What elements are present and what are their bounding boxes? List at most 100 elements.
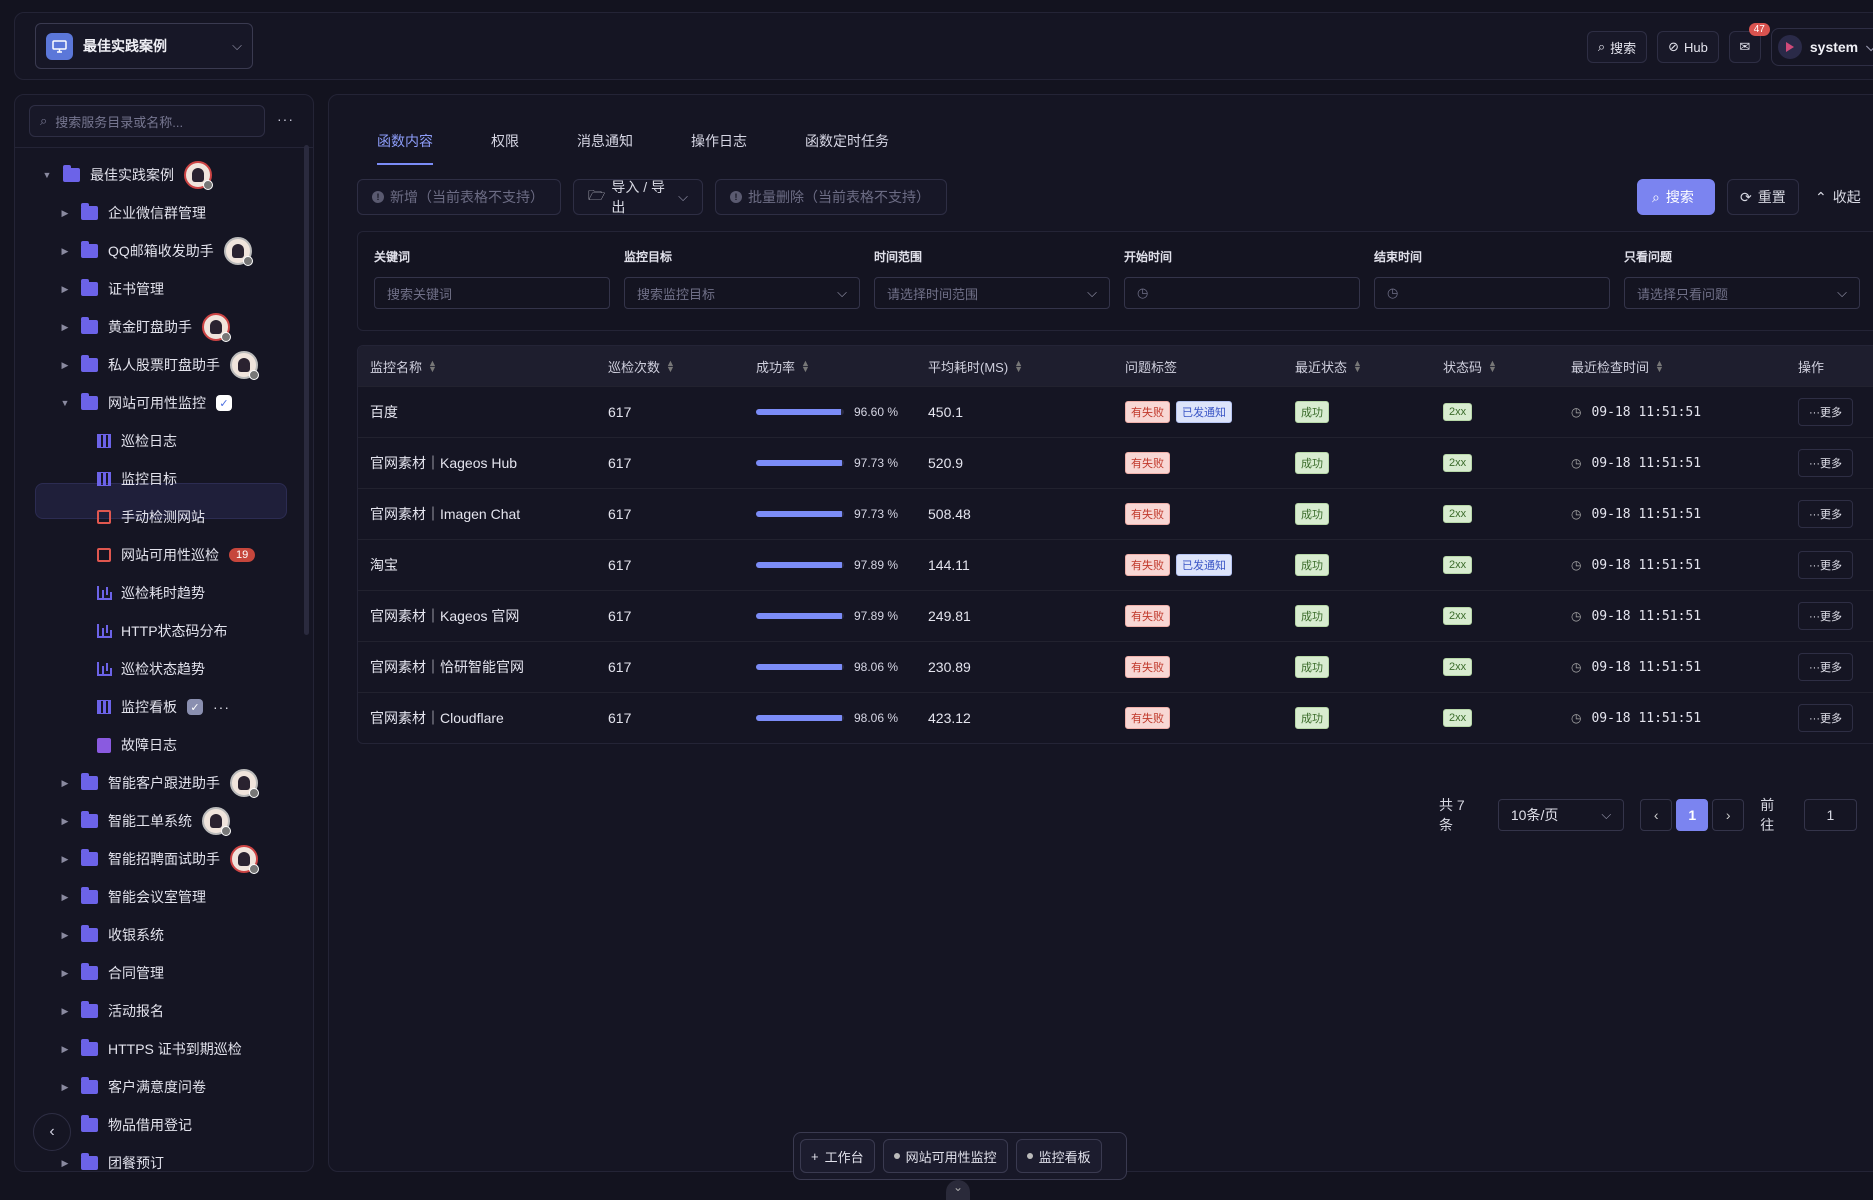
goto-page-input[interactable]: 1 — [1803, 799, 1857, 831]
check-time: 09-18 11:51:51 — [1591, 710, 1702, 726]
table-row[interactable]: 官网素材｜恰研智能官网 617 98.06 % 230.89 有失败 成功 2x… — [358, 641, 1873, 692]
table-row[interactable]: 官网素材｜Imagen Chat 617 97.73 % 508.48 有失败 … — [358, 488, 1873, 539]
tree-item[interactable]: ▶ 智能工单系统 — [59, 803, 231, 839]
col-avg[interactable]: 平均耗时(MS) ▲ ▼ — [928, 357, 1023, 376]
tree-item[interactable]: ▶ 企业微信群管理 — [59, 195, 206, 231]
more-button[interactable]: ···更多 — [1798, 602, 1853, 630]
mail-button[interactable]: ✉ 47 — [1728, 23, 1770, 63]
col-time[interactable]: 最近检查时间 ▲ ▼ — [1571, 357, 1664, 376]
more-button[interactable]: ···更多 — [1798, 704, 1853, 732]
folder-icon — [81, 887, 98, 904]
cell-status: 成功 — [1295, 503, 1329, 525]
sidebar-search-input[interactable]: ⌕ 搜索服务目录或名称... — [29, 105, 265, 137]
reset-button[interactable]: ⟳ 重置 — [1727, 179, 1799, 215]
tree-leaf[interactable]: 故障日志 — [97, 727, 177, 763]
tree-item[interactable]: ▶ 合同管理 — [59, 955, 164, 991]
issues-only-select[interactable]: 请选择只看问题 ⌵ — [1624, 277, 1860, 309]
tree-leaf[interactable]: HTTP状态码分布 — [97, 613, 228, 649]
tree-item[interactable]: ▶物品借用登记 — [59, 1107, 192, 1143]
col-count[interactable]: 巡检次数 ▲ ▼ — [608, 357, 675, 376]
sidebar-scrollbar[interactable] — [304, 145, 309, 635]
tree-item-active[interactable]: ▼ 网站可用性监控 ✓ — [59, 385, 232, 421]
collapse-sidebar-button[interactable]: ‹ — [33, 1113, 71, 1151]
cell-avg: 230.89 — [928, 659, 971, 675]
tree-item[interactable]: ▶ 证书管理 — [59, 271, 164, 307]
tree-label: 监控看板 — [121, 699, 177, 715]
dock-tab-site-monitor[interactable]: 网站可用性监控 — [882, 1139, 1008, 1173]
col-name[interactable]: 监控名称 ▲ ▼ — [370, 357, 437, 376]
tree-leaf[interactable]: 巡检状态趋势 — [97, 651, 205, 687]
tree-item[interactable]: ▶ QQ邮箱收发助手 — [59, 233, 253, 269]
tree-leaf[interactable]: 巡检耗时趋势 — [97, 575, 205, 611]
batch-delete-label: 批量删除（当前表格不支持） — [748, 189, 930, 205]
page-size-select[interactable]: 10条/页 ⌵ — [1497, 799, 1625, 831]
tree-leaf[interactable]: 监控目标 — [97, 461, 177, 497]
app-switcher[interactable]: 最佳实践案例 ⌵ — [35, 23, 253, 69]
import-export-button[interactable]: 🗁 导入 / 导出 ⌵ — [573, 179, 703, 215]
tab-operation-log[interactable]: 操作日志 — [691, 131, 747, 161]
avatar — [230, 351, 259, 380]
tree-item[interactable]: ▶ 团餐预订 — [59, 1145, 164, 1171]
tree-label: 活动报名 — [108, 1003, 164, 1019]
folder-icon — [81, 925, 98, 942]
tree-item[interactable]: ▶ 活动报名 — [59, 993, 164, 1029]
tree-item[interactable]: ▶ HTTPS 证书到期巡检 — [59, 1031, 242, 1067]
hub-button[interactable]: ⊘ Hub — [1657, 31, 1719, 63]
cell-code: 2xx — [1443, 505, 1473, 523]
tab-scheduled-tasks[interactable]: 函数定时任务 — [805, 131, 889, 161]
table-row[interactable]: 官网素材｜Kageos Hub 617 97.73 % 520.9 有失败 成功… — [358, 437, 1873, 488]
end-time-picker[interactable]: ◷ — [1374, 277, 1610, 309]
tree-item[interactable]: ▶ 客户满意度问卷 — [59, 1069, 206, 1105]
cell-tags: 有失败 — [1125, 452, 1170, 474]
filter-end-time: 结束时间 ◷ — [1374, 248, 1610, 309]
tree-root[interactable]: ▼ 最佳实践案例 — [41, 157, 213, 193]
tree-leaf[interactable]: 监控看板 ✓ ··· — [97, 689, 230, 725]
tree-item[interactable]: ▶ 智能会议室管理 — [59, 879, 206, 915]
time-range-select[interactable]: 请选择时间范围 ⌵ — [874, 277, 1110, 309]
table-row[interactable]: 淘宝 617 97.89 % 144.11 有失败 已发通知 成功 2xx ◷ 09… — [358, 539, 1873, 590]
tree-item[interactable]: ▶ 智能招聘面试助手 — [59, 841, 259, 877]
start-time-picker[interactable]: ◷ — [1124, 277, 1360, 309]
tree-item[interactable]: ▶ 私人股票盯盘助手 — [59, 347, 259, 383]
tab-permissions[interactable]: 权限 — [491, 131, 519, 161]
dock-tab-dashboard[interactable]: 监控看板 — [1015, 1139, 1102, 1173]
more-icon[interactable]: ··· — [277, 111, 294, 127]
table-row[interactable]: 百度 617 96.60 % 450.1 有失败 已发通知 成功 2xx ◷ 09-… — [358, 386, 1873, 437]
tree-item[interactable]: ▶ 智能客户跟进助手 — [59, 765, 259, 801]
more-button[interactable]: ···更多 — [1798, 653, 1853, 681]
target-select[interactable]: 搜索监控目标 ⌵ — [624, 277, 860, 309]
col-code[interactable]: 状态码 ▲ ▼ — [1443, 357, 1497, 376]
more-button[interactable]: ···更多 — [1798, 449, 1853, 477]
batch-delete-button[interactable]: ! 批量删除（当前表格不支持） — [715, 179, 947, 215]
sort-icon: ▲ ▼ — [666, 358, 675, 374]
table-row[interactable]: 官网素材｜Kageos 官网 617 97.89 % 249.81 有失败 成功… — [358, 590, 1873, 641]
global-search-button[interactable]: ⌕ 搜索 — [1586, 31, 1648, 63]
add-button[interactable]: ! 新增（当前表格不支持） — [357, 179, 561, 215]
more-icon[interactable]: ··· — [213, 699, 230, 715]
tab-function-content[interactable]: 函数内容 — [377, 131, 433, 165]
column-header: 监控名称 — [370, 359, 423, 375]
keyword-input[interactable]: 搜索关键词 — [374, 277, 610, 309]
col-rate[interactable]: 成功率 ▲ ▼ — [756, 357, 810, 376]
tab-notifications[interactable]: 消息通知 — [577, 131, 633, 161]
tree-leaf[interactable]: 巡检日志 — [97, 423, 177, 459]
more-button[interactable]: ···更多 — [1798, 551, 1853, 579]
search-icon: ⌕ — [1597, 39, 1606, 54]
search-button[interactable]: ⌕ 搜索 — [1637, 179, 1715, 215]
next-page-button[interactable]: › — [1712, 799, 1745, 831]
prev-page-button[interactable]: ‹ — [1640, 799, 1673, 831]
more-button[interactable]: ···更多 — [1798, 398, 1853, 426]
tree-leaf[interactable]: 网站可用性巡检 19 — [97, 537, 256, 573]
more-button[interactable]: ···更多 — [1798, 500, 1853, 528]
tree-leaf[interactable]: 手动检测网站 — [97, 499, 205, 535]
dock-toggle-chevron-icon[interactable]: ⌄ — [946, 1180, 970, 1200]
page-button[interactable]: 1 — [1676, 799, 1709, 831]
user-menu[interactable]: system ⌵ — [1770, 28, 1873, 66]
tree-item[interactable]: ▶ 黄金盯盘助手 — [59, 309, 231, 345]
cell-code: 2xx — [1443, 709, 1473, 727]
table-row[interactable]: 官网素材｜Cloudflare 617 98.06 % 423.12 有失败 成… — [358, 692, 1873, 743]
collapse-filter-button[interactable]: ⌃ 收起 — [1811, 179, 1873, 215]
tree-item[interactable]: ▶ 收银系统 — [59, 917, 164, 953]
workbench-button[interactable]: + 工作台 — [800, 1139, 875, 1173]
col-status[interactable]: 最近状态 ▲ ▼ — [1295, 357, 1362, 376]
